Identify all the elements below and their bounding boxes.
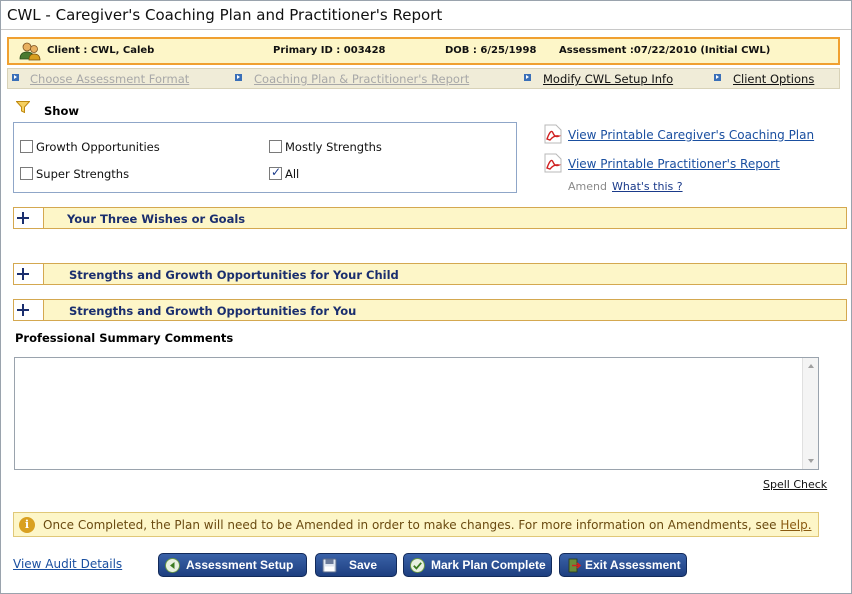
assessment-setup-button[interactable]: Assessment Setup (158, 553, 307, 577)
nav-coaching-plan: Coaching Plan & Practitioner's Report (254, 72, 470, 86)
super-strengths-checkbox[interactable] (20, 167, 33, 180)
spell-check-link[interactable]: Spell Check (763, 478, 827, 491)
section-child-strengths[interactable]: Strengths and Growth Opportunities for Y… (13, 263, 847, 285)
amend-label: Amend (568, 180, 607, 193)
section-title: Strengths and Growth Opportunities for Y… (69, 304, 357, 318)
exit-door-icon (568, 558, 581, 573)
nav-arrow-icon (12, 74, 19, 81)
growth-opportunities-checkbox[interactable] (20, 140, 33, 153)
back-arrow-icon (165, 558, 180, 573)
save-label: Save (349, 558, 378, 572)
show-label: Show (44, 104, 79, 118)
whats-this-link[interactable]: What's this ? (612, 180, 683, 193)
show-filter-panel: Growth Opportunities Mostly Strengths Su… (13, 122, 517, 193)
mark-plan-complete-button[interactable]: Mark Plan Complete (403, 553, 552, 577)
nav-arrow-icon (714, 74, 721, 81)
nav-choose-format: Choose Assessment Format (30, 72, 190, 86)
section-title: Strengths and Growth Opportunities for Y… (69, 268, 399, 282)
all-label: All (285, 167, 300, 181)
growth-opportunities-label: Growth Opportunities (36, 140, 160, 154)
help-link[interactable]: Help. (780, 518, 811, 532)
info-icon: i (19, 517, 35, 533)
expand-plus-icon[interactable] (14, 300, 44, 320)
section-title: Your Three Wishes or Goals (67, 212, 246, 226)
assessment-date: Assessment :07/22/2010 (Initial CWL) (559, 45, 771, 56)
all-checkbox[interactable] (269, 165, 282, 180)
dob: DOB : 6/25/1998 (445, 45, 537, 56)
mark-plan-complete-label: Mark Plan Complete (431, 558, 546, 572)
exit-assessment-label: Exit Assessment (585, 558, 681, 572)
title-bar: CWL - Caregiver's Coaching Plan and Prac… (1, 1, 851, 30)
primary-id: Primary ID : 003428 (273, 45, 386, 56)
summary-comments-textarea[interactable] (14, 357, 819, 470)
assessment-nav-bar: Choose Assessment Format Coaching Plan &… (7, 68, 840, 89)
expand-plus-icon[interactable] (14, 208, 44, 228)
nav-arrow-icon (235, 74, 242, 81)
expand-plus-icon[interactable] (14, 264, 44, 284)
client-info-bar: Client : CWL, Caleb Primary ID : 003428 … (7, 37, 840, 65)
assessment-setup-label: Assessment Setup (186, 558, 294, 572)
view-practitioner-report-link[interactable]: View Printable Practitioner's Report (568, 157, 780, 171)
scroll-up-icon[interactable] (808, 364, 814, 368)
scroll-down-icon[interactable] (808, 459, 814, 463)
section-you-strengths[interactable]: Strengths and Growth Opportunities for Y… (13, 299, 847, 321)
nav-client-options[interactable]: Client Options (733, 72, 814, 86)
client-name: Client : CWL, Caleb (47, 45, 155, 56)
save-disk-icon (322, 558, 337, 573)
pdf-icon (544, 153, 562, 173)
nav-modify-setup[interactable]: Modify CWL Setup Info (543, 72, 673, 86)
nav-arrow-icon (524, 74, 531, 81)
save-button[interactable]: Save (315, 553, 397, 577)
section-three-wishes[interactable]: Your Three Wishes or Goals (13, 207, 847, 229)
filter-icon (16, 101, 30, 113)
view-caregiver-plan-link[interactable]: View Printable Caregiver's Coaching Plan (568, 128, 814, 142)
summary-scrollbar[interactable] (802, 358, 818, 469)
window-frame (0, 0, 852, 594)
super-strengths-label: Super Strengths (36, 167, 130, 181)
amendment-info-bar: i Once Completed, the Plan will need to … (13, 512, 819, 537)
exit-assessment-button[interactable]: Exit Assessment (559, 553, 687, 577)
view-audit-details-link[interactable]: View Audit Details (13, 557, 122, 571)
page-title: CWL - Caregiver's Coaching Plan and Prac… (7, 6, 443, 24)
info-text: Once Completed, the Plan will need to be… (43, 518, 812, 532)
info-message: Once Completed, the Plan will need to be… (43, 518, 781, 532)
pdf-icon (544, 124, 562, 144)
summary-label: Professional Summary Comments (15, 331, 234, 345)
client-users-icon (19, 42, 41, 61)
mostly-strengths-checkbox[interactable] (269, 140, 282, 153)
check-icon (410, 558, 425, 573)
mostly-strengths-label: Mostly Strengths (285, 140, 382, 154)
